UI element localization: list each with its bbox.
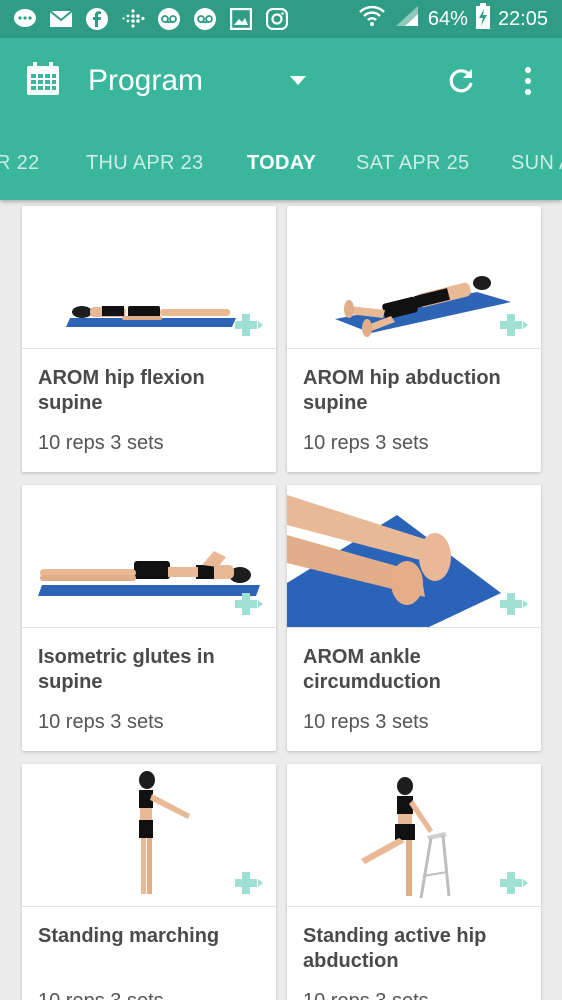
exercise-title: Isometric glutes in supine: [38, 646, 215, 693]
date-tabs: R 22 THU APR 23 TODAY SAT APR 25 SUN A: [0, 138, 562, 190]
signal-icon: [394, 4, 420, 34]
exercise-card[interactable]: Isometric glutes in supine 10 reps 3 set…: [22, 485, 276, 751]
instagram-icon: [264, 6, 290, 32]
exercise-title: AROM hip flexion supine: [38, 367, 205, 414]
exercise-card[interactable]: Standing active hip abduction 10 reps 3 …: [287, 764, 541, 1000]
add-icon[interactable]: [499, 591, 529, 617]
exercise-image: [287, 206, 541, 349]
tab-thu-apr-23[interactable]: THU APR 23: [86, 152, 203, 175]
exercise-image: [22, 764, 276, 907]
program-title[interactable]: Program: [88, 64, 203, 98]
exercise-reps: 10 reps 3 sets: [303, 432, 429, 454]
exercise-title: AROM hip abduction supine: [303, 367, 501, 414]
exercise-reps: 10 reps 3 sets: [38, 990, 164, 1000]
exercise-image: [287, 764, 541, 907]
status-bar: 64% 22:05: [0, 0, 562, 38]
exercise-card[interactable]: Standing marching 10 reps 3 sets: [22, 764, 276, 1000]
exercise-card[interactable]: AROM hip abduction supine 10 reps 3 sets: [287, 206, 541, 472]
tab-today[interactable]: TODAY: [247, 152, 316, 175]
notification-icons: [12, 6, 290, 32]
voicemail-icon: [192, 6, 218, 32]
calendar-icon[interactable]: [26, 62, 60, 96]
battery-charging-icon: [475, 3, 490, 35]
fitbit-icon: [120, 6, 146, 32]
messages-icon: [12, 6, 38, 32]
add-icon[interactable]: [234, 312, 264, 338]
battery-level: 64%: [427, 7, 468, 30]
gallery-icon: [228, 6, 254, 32]
system-status: 64% 22:05: [358, 0, 548, 38]
chevron-down-icon[interactable]: [290, 76, 306, 85]
tab-wed-apr-22[interactable]: R 22: [0, 152, 39, 175]
add-icon[interactable]: [234, 591, 264, 617]
exercise-reps: 10 reps 3 sets: [303, 990, 429, 1000]
tab-sat-apr-25[interactable]: SAT APR 25: [356, 152, 469, 175]
exercise-image: [22, 485, 276, 628]
clock: 22:05: [497, 7, 548, 30]
exercise-image: [287, 485, 541, 628]
add-icon[interactable]: [499, 870, 529, 896]
more-options-icon[interactable]: [518, 66, 538, 96]
wifi-icon: [358, 4, 386, 34]
exercise-title: Standing marching: [38, 925, 220, 947]
exercise-reps: 10 reps 3 sets: [303, 711, 429, 733]
voicemail-icon: [156, 6, 182, 32]
exercise-card[interactable]: AROM ankle circumduction 10 reps 3 sets: [287, 485, 541, 751]
email-icon: [48, 6, 74, 32]
exercise-title: Standing active hip abduction: [303, 925, 487, 972]
exercise-grid: AROM hip flexion supine 10 reps 3 sets A…: [0, 200, 562, 1000]
exercise-title: AROM ankle circumduction: [303, 646, 441, 693]
facebook-icon: [84, 6, 110, 32]
tab-sun-apr-26[interactable]: SUN A: [511, 152, 562, 175]
exercise-reps: 10 reps 3 sets: [38, 711, 164, 733]
exercise-image: [22, 206, 276, 349]
add-icon[interactable]: [234, 870, 264, 896]
app-bar: Program R 22 THU APR 23 TODAY SAT APR 25…: [0, 38, 562, 200]
exercise-reps: 10 reps 3 sets: [38, 432, 164, 454]
exercise-card[interactable]: AROM hip flexion supine 10 reps 3 sets: [22, 206, 276, 472]
add-icon[interactable]: [499, 312, 529, 338]
refresh-icon[interactable]: [446, 66, 476, 96]
